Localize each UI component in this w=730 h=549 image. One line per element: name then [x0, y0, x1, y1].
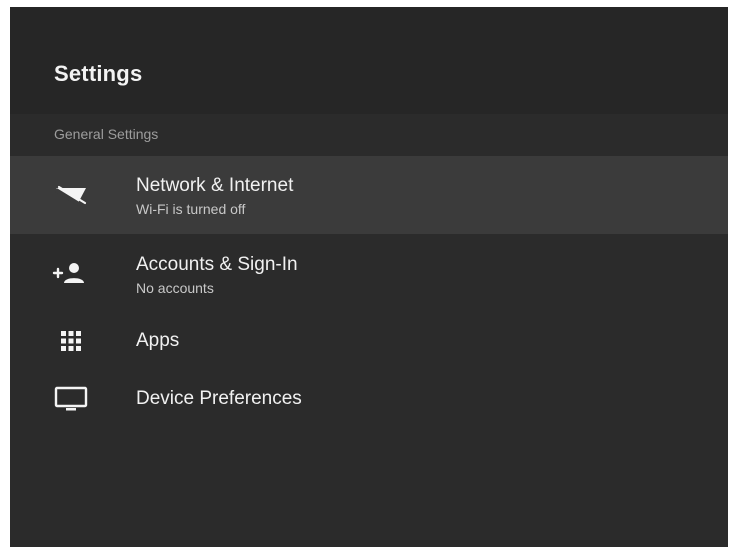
settings-item-device-preferences[interactable]: Device Preferences [10, 370, 728, 428]
settings-item-subtitle: Wi-Fi is turned off [136, 201, 246, 217]
monitor-icon [52, 385, 90, 413]
settings-item-title: Device Preferences [136, 388, 302, 409]
settings-item-network-internet[interactable]: Network & Internet Wi-Fi is turned off [10, 156, 728, 234]
settings-item-title: Accounts & Sign-In [136, 254, 298, 275]
settings-item-subtitle: No accounts [136, 280, 214, 296]
page-title: Settings [54, 61, 143, 86]
wifi-off-icon [52, 182, 90, 210]
settings-header: Settings [10, 7, 728, 114]
settings-item-title: Network & Internet [136, 175, 294, 196]
section-label-general-settings: General Settings [54, 126, 159, 142]
settings-screen: Settings General Settings Network & Inte… [10, 7, 728, 547]
apps-grid-icon [52, 327, 90, 355]
settings-item-title: Apps [136, 330, 180, 351]
add-account-icon [52, 259, 90, 287]
settings-item-apps[interactable]: Apps [10, 312, 728, 370]
settings-item-accounts-sign-in[interactable]: Accounts & Sign-In No accounts [10, 234, 728, 312]
